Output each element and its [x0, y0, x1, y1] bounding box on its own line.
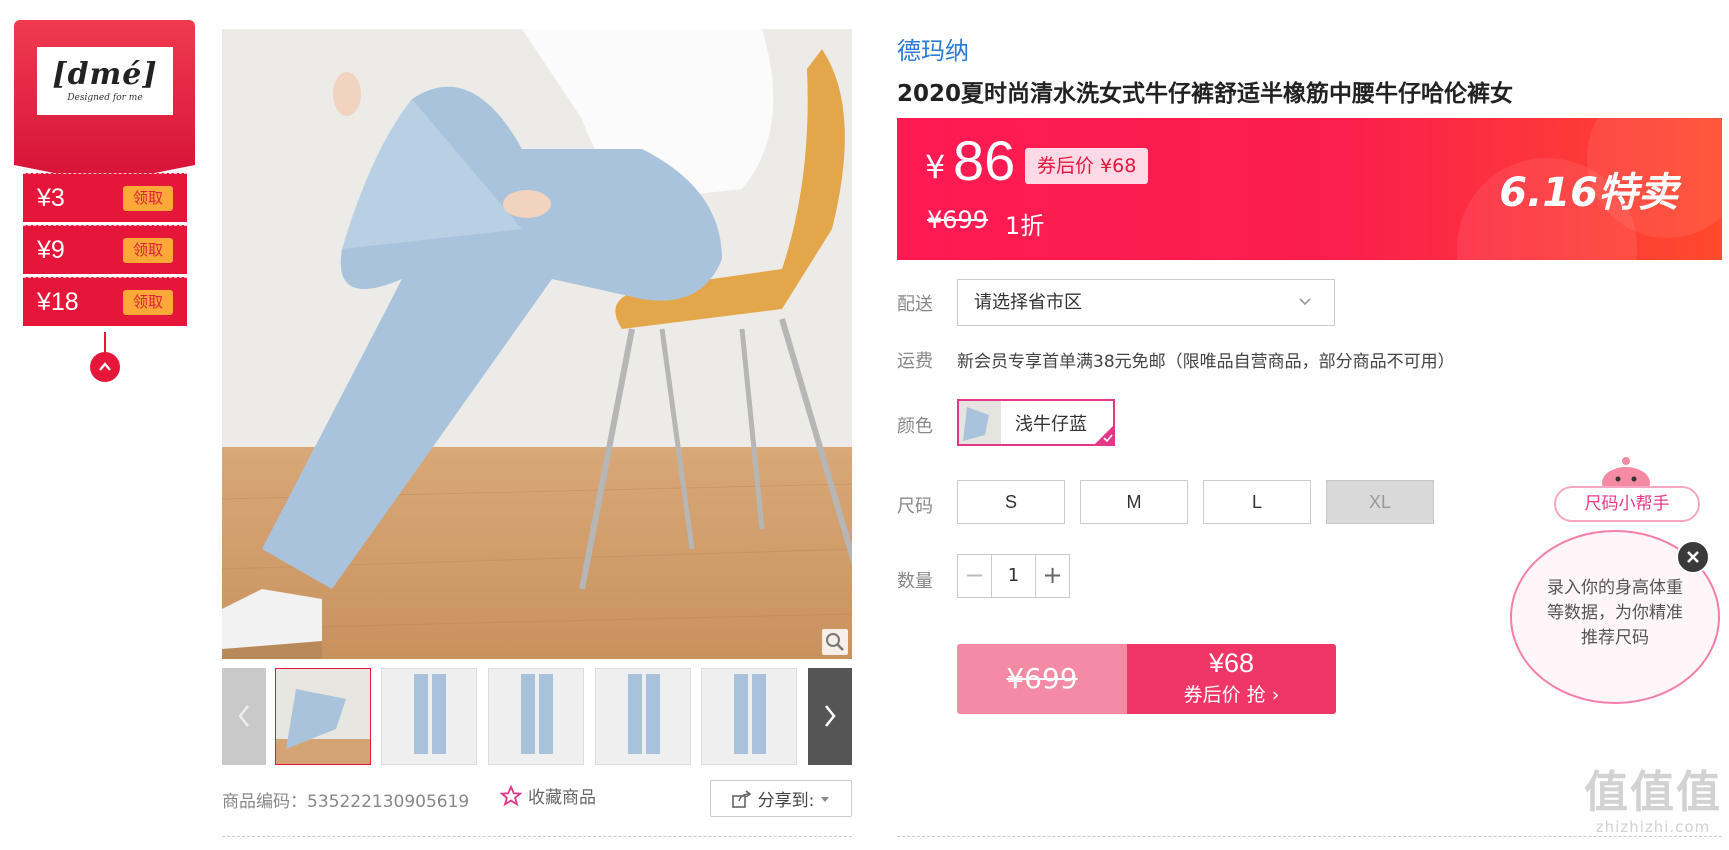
thumbnail-next-button[interactable] — [808, 668, 852, 765]
main-product-image[interactable] — [222, 29, 852, 659]
watermark-logo: 值值值 — [1584, 767, 1722, 818]
coupon-item: ¥3 领取 — [23, 173, 187, 222]
caret-down-icon — [821, 796, 830, 802]
share-button[interactable]: 分享到: — [710, 780, 852, 817]
selected-check-icon — [1093, 424, 1115, 446]
color-swatch-image — [959, 401, 1001, 444]
product-photo-jeans — [222, 29, 852, 659]
zoom-icon[interactable] — [822, 629, 848, 655]
price-currency: ¥ — [925, 148, 946, 186]
quantity-decrement-button[interactable]: − — [958, 555, 991, 597]
size-option-xl: XL — [1326, 480, 1434, 524]
brand-logo-card[interactable]: [dmé] Designed for me — [14, 20, 195, 183]
quantity-label: 数量 — [897, 571, 933, 592]
chevron-right-icon — [825, 705, 836, 727]
quantity-stepper: − 1 + — [957, 554, 1070, 598]
quantity-increment-button[interactable]: + — [1036, 555, 1069, 597]
color-label: 颜色 — [897, 416, 933, 437]
coupon-panel: [dmé] Designed for me ¥3 领取 ¥9 领取 ¥18 领取 — [14, 20, 195, 326]
price-banner: ¥ 86 券后价 ¥68 ¥699 1折 6.16特卖 — [897, 118, 1722, 260]
brand-name[interactable]: 德玛纳 — [897, 31, 969, 66]
share-label: 分享到: — [757, 791, 815, 811]
shipping-info: 新会员专享首单满38元免邮（限唯品自营商品，部分商品不可用） — [957, 352, 1455, 372]
close-helper-button[interactable] — [1676, 540, 1710, 574]
color-option-label: 浅牛仔蓝 — [1015, 413, 1087, 435]
share-icon — [731, 789, 751, 808]
thumbnail[interactable] — [595, 668, 691, 765]
thumbnail[interactable] — [381, 668, 477, 765]
size-helper-button[interactable]: 尺码小帮手 — [1554, 486, 1700, 522]
brand-logo-text: [dmé] — [52, 57, 158, 92]
coupon-stem-divider — [104, 332, 106, 354]
delivery-region-select[interactable]: 请选择省市区 — [957, 279, 1335, 326]
product-title: 2020夏时尚清水洗女式牛仔裤舒适半橡筋中腰牛仔哈伦裤女 — [897, 81, 1514, 107]
size-label: 尺码 — [897, 496, 933, 517]
coupon-claim-button[interactable]: 领取 — [123, 237, 173, 263]
color-option-selected[interactable]: 浅牛仔蓝 — [957, 399, 1115, 446]
product-code: 商品编码：535222130905619 — [222, 792, 470, 812]
current-price: 86 — [953, 129, 1016, 192]
coupon-claim-button[interactable]: 领取 — [123, 289, 173, 315]
buy-now-button[interactable]: ¥68 券后价 抢 › — [1127, 644, 1336, 714]
thumbnail[interactable] — [488, 668, 584, 765]
favorite-button[interactable]: 收藏商品 — [500, 783, 596, 808]
page-root: [dmé] Designed for me ¥3 领取 ¥9 领取 ¥18 领取 — [0, 0, 1729, 850]
discount-label: 1折 — [1005, 212, 1045, 240]
delivery-placeholder: 请选择省市区 — [974, 292, 1082, 313]
buy-cta-label: 券后价 抢 › — [1183, 684, 1280, 706]
chevron-up-icon — [99, 362, 111, 371]
brand-logo-tagline: Designed for me — [67, 93, 143, 103]
coupon-price-tag: 券后价 ¥68 — [1025, 148, 1149, 184]
original-price: ¥699 — [927, 206, 989, 234]
divider-line — [897, 836, 1722, 837]
size-option-l[interactable]: L — [1203, 480, 1311, 524]
size-option-m[interactable]: M — [1080, 480, 1188, 524]
chevron-left-icon — [238, 705, 249, 727]
size-option-s[interactable]: S — [957, 480, 1065, 524]
close-icon — [1687, 551, 1699, 563]
buy-coupon-price: ¥68 — [1208, 648, 1255, 678]
thumbnail-prev-button[interactable] — [222, 668, 266, 765]
favorite-label: 收藏商品 — [528, 788, 596, 808]
thumbnail-strip — [222, 668, 852, 765]
coupon-amount: ¥9 — [37, 235, 65, 264]
shipping-label: 运费 — [897, 351, 933, 372]
star-icon — [500, 784, 522, 806]
chevron-down-icon — [1299, 298, 1311, 306]
quantity-input[interactable]: 1 — [991, 555, 1036, 597]
site-watermark: 值值值 zhizhizhi.com — [1578, 767, 1728, 837]
brand-logo: [dmé] Designed for me — [37, 47, 173, 115]
coupon-amount: ¥18 — [37, 287, 79, 316]
size-helper-tip: 录入你的身高体重等数据，为你精准推荐尺码 — [1547, 578, 1683, 648]
collapse-coupons-button[interactable] — [90, 352, 120, 382]
coupon-amount: ¥3 — [37, 183, 65, 212]
coupon-item: ¥9 领取 — [23, 225, 187, 274]
promo-sale-tag: 6.16特卖 — [1499, 170, 1678, 216]
thumbnail[interactable] — [701, 668, 797, 765]
coupon-item: ¥18 领取 — [23, 277, 187, 326]
divider-line — [222, 836, 852, 837]
buy-original-price: ¥699 — [957, 644, 1127, 714]
coupon-claim-button[interactable]: 领取 — [123, 185, 173, 211]
thumbnail[interactable] — [275, 668, 371, 765]
watermark-url: zhizhizhi.com — [1595, 818, 1711, 836]
coupon-list: ¥3 领取 ¥9 领取 ¥18 领取 — [23, 173, 187, 329]
delivery-label: 配送 — [897, 294, 933, 315]
